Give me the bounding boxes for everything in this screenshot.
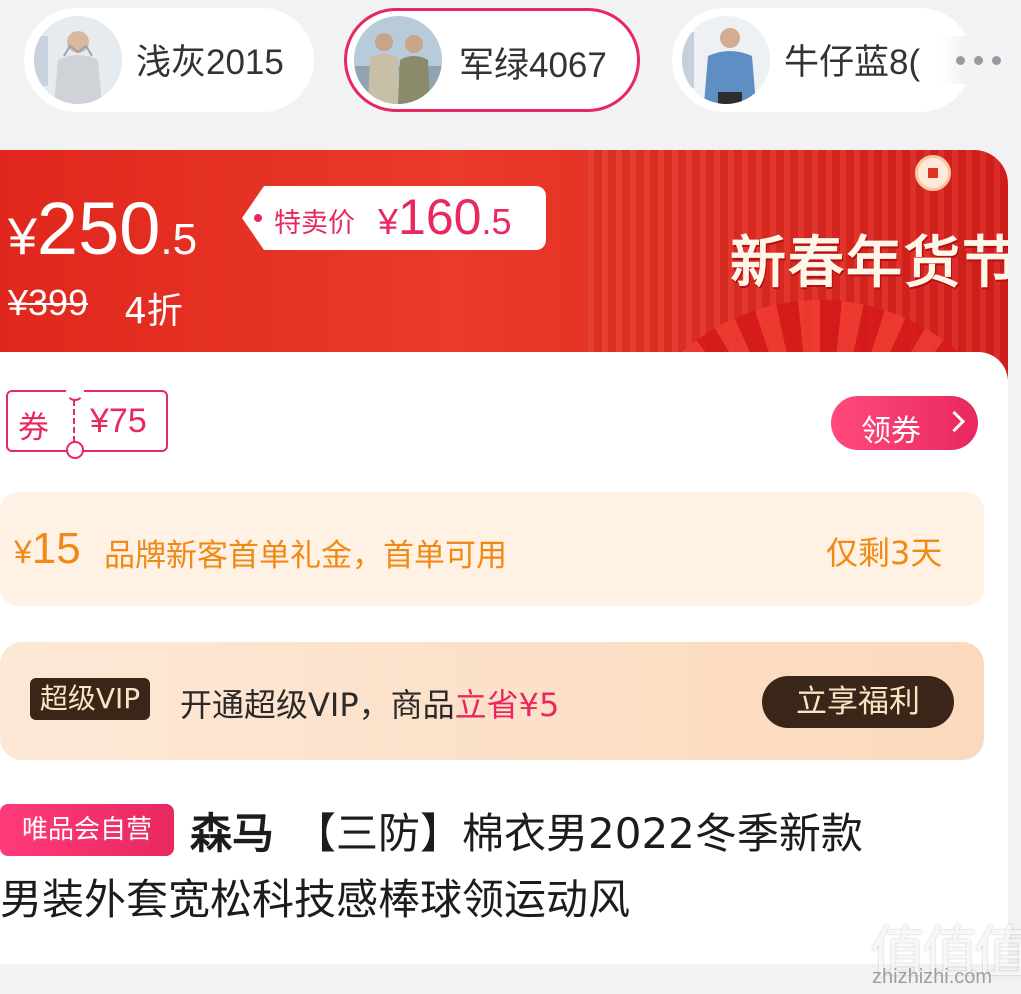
variant-thumbnail <box>34 16 122 104</box>
gift-remaining-time: 仅剩3天 <box>826 534 943 572</box>
coupon-label: 券 <box>18 410 49 446</box>
new-customer-gift-banner[interactable]: ¥15 品牌新客首单礼金，首单可用 仅剩3天 <box>0 492 984 606</box>
variant-thumbnail <box>682 16 770 104</box>
variant-label: 牛仔蓝8( <box>784 43 921 82</box>
discount-rate: 4折 <box>124 291 183 332</box>
coupon-ticket[interactable]: 券 ¥75 <box>6 383 168 459</box>
price-banner: ¥250.5 特卖价 ¥160.5 ¥399 4折 新春年货节 <box>0 150 1008 380</box>
watermark-url: zhizhizhi.com <box>872 966 993 988</box>
vip-description: 开通超级VIP，商品立省¥5 <box>180 686 560 724</box>
product-title-line2: 男装外套宽松科技感棒球领运动风 <box>0 875 631 924</box>
brand-name: 森马 <box>190 809 275 858</box>
coupon-value: ¥75 <box>90 402 147 440</box>
sale-price-label: 特卖价 <box>274 208 355 239</box>
variant-chip-denim-blue[interactable]: 牛仔蓝8( <box>672 8 972 112</box>
gift-amount: ¥15 <box>14 524 81 573</box>
super-vip-banner[interactable]: 超级VIP 开通超级VIP，商品立省¥5 立享福利 <box>0 642 984 760</box>
chevron-right-icon <box>943 410 966 433</box>
product-info-card: 券 ¥75 领券 ¥15 品牌新客首单礼金，首单可用 仅剩3天 超级VIP 开通… <box>0 352 1008 964</box>
sale-price-value: ¥160.5 <box>378 189 512 245</box>
color-variant-selector: 浅灰2015 军绿4067 牛仔蓝8( <box>0 0 1021 125</box>
super-vip-badge: 超级VIP <box>30 678 150 720</box>
festival-title: 新春年货节 <box>730 230 1008 296</box>
variant-thumbnail <box>354 16 442 104</box>
variant-label: 军绿4067 <box>459 46 607 85</box>
tag-hole-icon <box>254 214 262 222</box>
coin-icon <box>915 155 951 191</box>
variant-label: 浅灰2015 <box>136 43 284 82</box>
variant-chip-light-grey[interactable]: 浅灰2015 <box>24 8 314 112</box>
vip-benefit-button[interactable]: 立享福利 <box>762 676 954 728</box>
original-price: ¥399 <box>8 282 89 323</box>
get-coupon-label: 领券 <box>861 414 921 449</box>
self-operated-badge: 唯品会自营 <box>0 804 174 856</box>
special-sale-price-tag: 特卖价 ¥160.5 <box>242 186 546 250</box>
get-coupon-button[interactable]: 领券 <box>831 396 978 450</box>
ellipsis-icon[interactable] <box>940 36 1020 84</box>
gift-description: 品牌新客首单礼金，首单可用 <box>104 538 507 574</box>
current-price: ¥250.5 <box>8 187 198 270</box>
product-title-line1: 森马 【三防】棉衣男2022冬季新款 <box>190 809 863 858</box>
variant-chip-army-green[interactable]: 军绿4067 <box>344 8 640 112</box>
